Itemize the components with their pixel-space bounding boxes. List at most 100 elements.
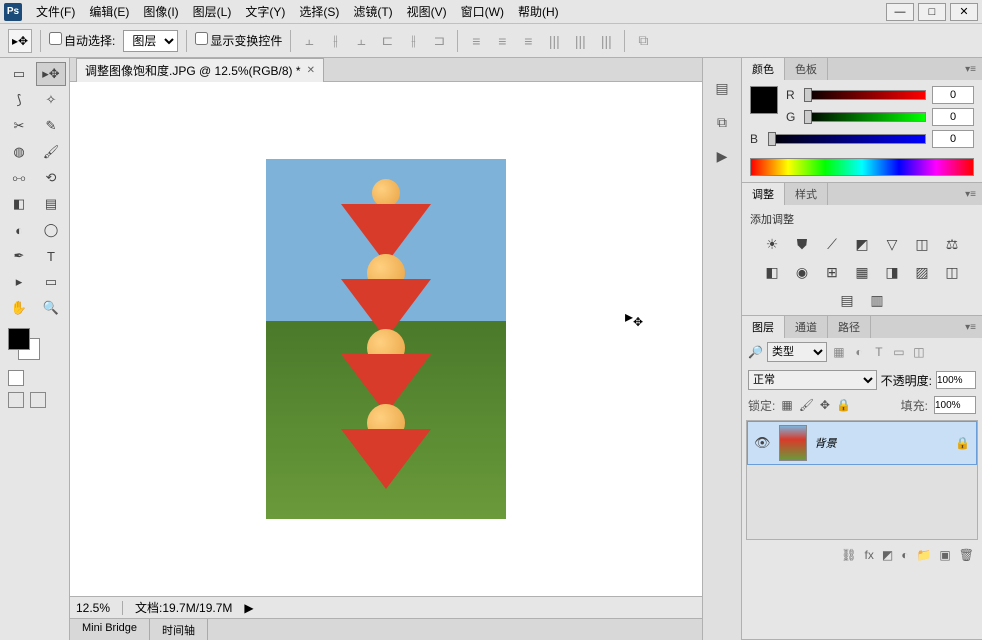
gradient-map-icon[interactable]: ▤ — [837, 291, 857, 309]
menu-edit[interactable]: 编辑(E) — [83, 1, 135, 22]
visibility-eye-icon[interactable]: 👁 — [754, 435, 771, 451]
brush-tool[interactable]: 🖌 — [36, 140, 66, 164]
color-preview[interactable] — [750, 86, 778, 114]
smart-filter-icon[interactable]: ◫ — [911, 344, 927, 360]
link-layers-icon[interactable]: ⛓ — [841, 548, 856, 562]
menu-view[interactable]: 视图(V) — [401, 1, 453, 22]
move-tool[interactable]: ▸✥ — [36, 62, 66, 86]
screen-mode-icon-2[interactable] — [30, 392, 46, 408]
fx-icon[interactable]: fx — [865, 548, 874, 562]
tool-indicator[interactable]: ▸✥ — [8, 29, 32, 53]
hue-icon[interactable]: ◫ — [912, 235, 932, 253]
lock-all-icon[interactable]: 🔒 — [836, 398, 851, 412]
bw-icon[interactable]: ◧ — [762, 263, 782, 281]
lock-position-icon[interactable]: ✥ — [820, 398, 830, 412]
threshold-icon[interactable]: ◫ — [942, 263, 962, 281]
layer-name[interactable]: 背景 — [815, 435, 837, 451]
type-tool[interactable]: T — [36, 244, 66, 268]
channel-mixer-icon[interactable]: ⊞ — [822, 263, 842, 281]
tab-paths[interactable]: 路径 — [828, 316, 871, 338]
zoom-level[interactable]: 12.5% — [76, 601, 123, 615]
magic-wand-tool[interactable]: ✧ — [36, 88, 66, 112]
align-vcenter-icon[interactable]: ⫲ — [325, 31, 345, 51]
canvas[interactable]: ▸✥ — [70, 82, 702, 596]
tab-timeline[interactable]: 时间轴 — [150, 619, 208, 640]
r-slider[interactable] — [804, 90, 926, 100]
mask-icon[interactable]: ◩ — [882, 548, 893, 562]
levels-icon[interactable]: ⛊ — [792, 235, 812, 253]
menu-image[interactable]: 图像(I) — [137, 1, 184, 22]
actions-panel-icon[interactable]: ▶ — [710, 146, 734, 166]
gradient-tool[interactable]: ▤ — [36, 192, 66, 216]
align-right-icon[interactable]: ⊐ — [429, 31, 449, 51]
tab-mini-bridge[interactable]: Mini Bridge — [70, 619, 150, 640]
menu-window[interactable]: 窗口(W) — [455, 1, 510, 22]
crop-tool[interactable]: ✂ — [4, 114, 34, 138]
auto-select-target[interactable]: 图层 — [123, 30, 178, 52]
menu-filter[interactable]: 滤镜(T) — [347, 1, 398, 22]
filter-kind-select[interactable]: 类型 — [767, 342, 827, 362]
healing-brush-tool[interactable]: ◍ — [4, 140, 34, 164]
align-hcenter-icon[interactable]: ⫲ — [403, 31, 423, 51]
tab-styles[interactable]: 样式 — [785, 183, 828, 205]
tab-adjustments[interactable]: 调整 — [742, 183, 785, 205]
blur-tool[interactable]: ◐ — [4, 218, 34, 242]
align-left-icon[interactable]: ⊏ — [377, 31, 397, 51]
delete-layer-icon[interactable]: 🗑 — [959, 548, 974, 562]
standard-mode-icon[interactable] — [8, 370, 24, 386]
screen-mode-icon[interactable] — [8, 392, 24, 408]
fill-input[interactable] — [934, 396, 976, 414]
tab-channels[interactable]: 通道 — [785, 316, 828, 338]
doc-tab[interactable]: 调整图像饱和度.JPG @ 12.5%(RGB/8) * ✕ — [76, 58, 324, 82]
lasso-tool[interactable]: ⟆ — [4, 88, 34, 112]
panel-menu-icon[interactable]: ▾≡ — [959, 322, 982, 333]
distribute-bottom-icon[interactable]: ≡ — [518, 31, 538, 51]
shape-filter-icon[interactable]: ▭ — [891, 344, 907, 360]
curves-icon[interactable]: ⟋ — [822, 235, 842, 253]
eyedropper-tool[interactable]: ✎ — [36, 114, 66, 138]
shape-tool[interactable]: ▭ — [36, 270, 66, 294]
lookup-icon[interactable]: ▦ — [852, 263, 872, 281]
show-transform-checkbox[interactable]: 显示变换控件 — [195, 32, 282, 49]
lock-pixels-icon[interactable]: 🖌 — [799, 398, 814, 412]
dodge-tool[interactable]: ◯ — [36, 218, 66, 242]
distribute-hcenter-icon[interactable]: ||| — [570, 31, 590, 51]
color-swatches[interactable] — [4, 328, 65, 364]
properties-panel-icon[interactable]: ⧉ — [710, 112, 734, 132]
brightness-icon[interactable]: ☀ — [762, 235, 782, 253]
type-filter-icon[interactable]: T — [871, 344, 887, 360]
vibrance-icon[interactable]: ▽ — [882, 235, 902, 253]
distribute-top-icon[interactable]: ≡ — [466, 31, 486, 51]
eraser-tool[interactable]: ◧ — [4, 192, 34, 216]
filter-kind-icon[interactable]: 🔎 — [748, 345, 763, 359]
panel-menu-icon[interactable]: ▾≡ — [959, 64, 982, 75]
b-input[interactable] — [932, 130, 974, 148]
distribute-vcenter-icon[interactable]: ≡ — [492, 31, 512, 51]
color-balance-icon[interactable]: ⚖ — [942, 235, 962, 253]
minimize-button[interactable]: — — [886, 3, 914, 21]
menu-select[interactable]: 选择(S) — [293, 1, 345, 22]
posterize-icon[interactable]: ▨ — [912, 263, 932, 281]
auto-select-checkbox[interactable]: 自动选择: — [49, 32, 115, 49]
selective-color-icon[interactable]: ▥ — [867, 291, 887, 309]
tab-color[interactable]: 颜色 — [742, 58, 785, 80]
blend-mode-select[interactable]: 正常 — [748, 370, 877, 390]
path-selection-tool[interactable]: ▸ — [4, 270, 34, 294]
zoom-tool[interactable]: 🔍 — [36, 296, 66, 320]
foreground-color[interactable] — [8, 328, 30, 350]
g-slider[interactable] — [804, 112, 926, 122]
opacity-input[interactable] — [936, 371, 976, 389]
status-arrow-icon[interactable]: ▶ — [244, 601, 253, 615]
layer-item[interactable]: 👁 背景 🔒 — [747, 421, 977, 465]
r-input[interactable] — [932, 86, 974, 104]
tab-swatch[interactable]: 色板 — [785, 58, 828, 80]
close-button[interactable]: ✕ — [950, 3, 978, 21]
hand-tool[interactable]: ✋ — [4, 296, 34, 320]
new-layer-icon[interactable]: ▣ — [939, 548, 950, 562]
exposure-icon[interactable]: ◩ — [852, 235, 872, 253]
distribute-left-icon[interactable]: ||| — [544, 31, 564, 51]
marquee-tool[interactable]: ▭ — [4, 62, 34, 86]
tab-layers[interactable]: 图层 — [742, 316, 785, 338]
history-panel-icon[interactable]: ▤ — [710, 78, 734, 98]
lock-transparent-icon[interactable]: ▦ — [781, 398, 792, 412]
